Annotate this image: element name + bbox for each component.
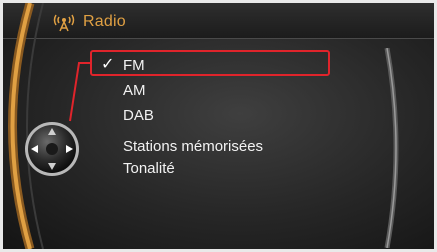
radio-menu-display: Radio ✓ FM AM DAB Stations mémorisées To… bbox=[3, 3, 434, 249]
screen-frame: Radio ✓ FM AM DAB Stations mémorisées To… bbox=[0, 0, 437, 252]
idrive-controller-icon bbox=[25, 122, 79, 176]
